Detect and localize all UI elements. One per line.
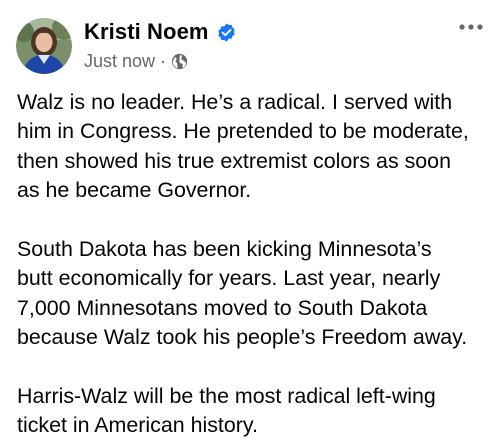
facebook-post: Kristi Noem Just now · Walz is no leader… — [0, 0, 500, 445]
verified-badge-icon — [216, 22, 237, 43]
author-name[interactable]: Kristi Noem — [84, 19, 209, 45]
post-paragraph-3: Harris-Walz will be the most radical lef… — [17, 384, 436, 438]
separator-dot: · — [160, 50, 167, 71]
post-body: Walz is no leader. He’s a radical. I ser… — [17, 88, 487, 441]
post-paragraph-2: South Dakota has been kicking Minnesota’… — [17, 237, 468, 350]
post-subline: Just now · — [84, 48, 237, 74]
post-meta: Kristi Noem Just now · — [84, 18, 237, 74]
globe-icon[interactable] — [171, 53, 188, 70]
more-options-icon[interactable] — [456, 12, 486, 42]
post-header: Kristi Noem Just now · — [16, 18, 237, 74]
post-paragraph-1: Walz is no leader. He’s a radical. I ser… — [17, 90, 469, 203]
post-timestamp[interactable]: Just now — [84, 51, 155, 72]
author-row: Kristi Noem — [84, 18, 237, 46]
author-avatar[interactable] — [16, 18, 72, 74]
